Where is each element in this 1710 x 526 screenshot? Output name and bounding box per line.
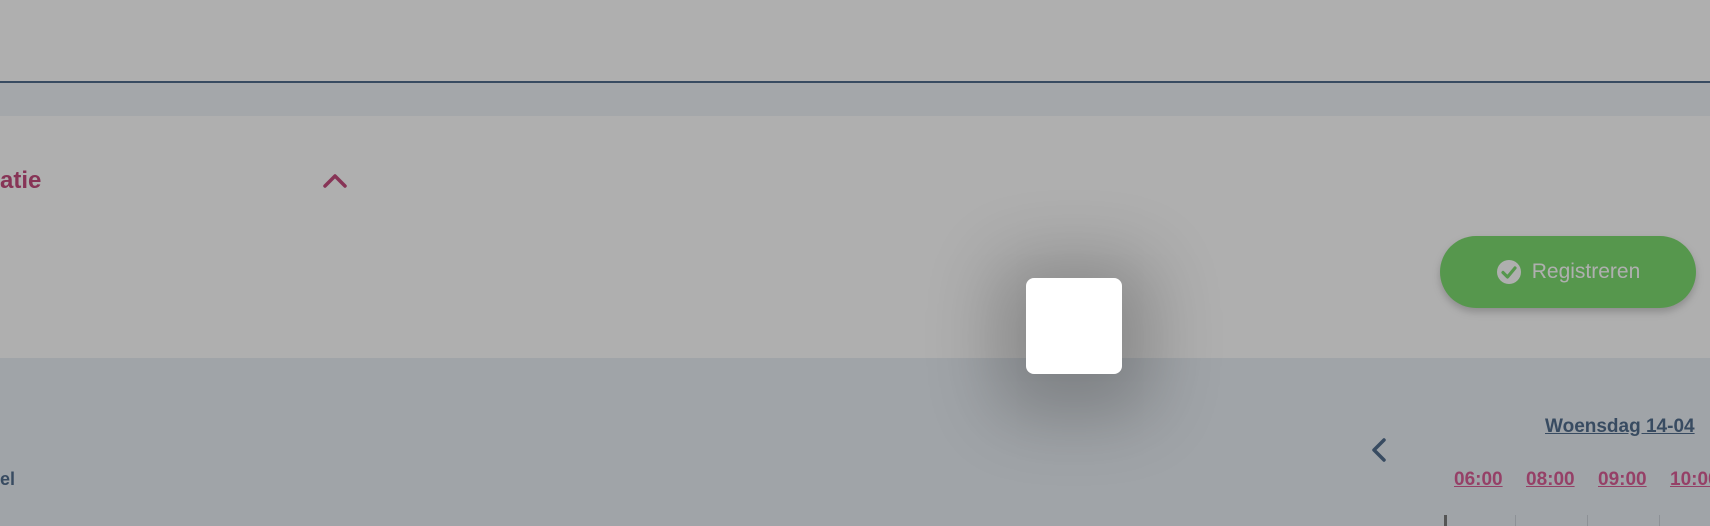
modal-overlay[interactable] [0,0,1710,526]
loading-dialog [1026,278,1122,374]
page: atie Registreren el Woensdag 14-04 06:00… [0,0,1710,526]
